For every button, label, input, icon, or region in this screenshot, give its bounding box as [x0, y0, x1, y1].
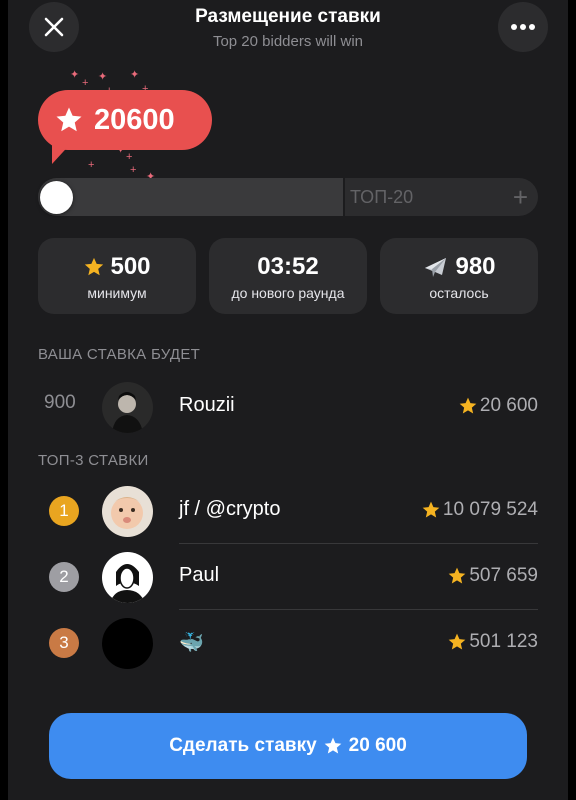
star-icon [459, 397, 477, 414]
top3-amount-value: 501 123 [469, 631, 538, 652]
your-bid-name: Rouzii [179, 394, 235, 416]
bid-slider-fill [38, 178, 344, 216]
your-bid-rank: 900 [44, 392, 76, 413]
bid-sheet: Размещение ставки Top 20 bidders will wi… [8, 0, 568, 800]
top3-name: 🐳 [179, 632, 204, 654]
your-bid-amount: 20 600 [458, 395, 538, 417]
star-icon [324, 737, 341, 754]
top3-section-title: ТОП-3 СТАВКИ [38, 452, 149, 469]
gift-icon [425, 258, 447, 277]
bid-slider-divider [343, 178, 345, 216]
top3-row[interactable]: 2 Paul 507 659 [38, 544, 538, 610]
place-bid-amount: 20 600 [348, 735, 407, 756]
avatar [102, 382, 153, 433]
stat-timer: 03:52 до нового раунда [209, 238, 367, 314]
star-icon [56, 107, 82, 132]
bid-slider-thumb[interactable] [40, 181, 73, 214]
more-button[interactable] [498, 2, 548, 52]
top3-row[interactable]: 3 🐳 501 123 [38, 610, 538, 676]
increase-bid-button[interactable]: + [513, 182, 528, 213]
sheet-subtitle: Top 20 bidders will win [212, 33, 364, 50]
top3-row[interactable]: 1 jf / @crypto 10 079 524 [38, 478, 538, 544]
rank-medal-1: 1 [49, 496, 79, 526]
stat-minimum-label: минимум [87, 285, 147, 301]
your-bid-section-title: ВАША СТАВКА БУДЕТ [38, 346, 201, 363]
top3-amount: 507 659 [447, 565, 538, 587]
your-bid-amount-value: 20 600 [479, 395, 538, 416]
avatar [102, 486, 153, 537]
stat-remaining: 980 осталось [380, 238, 538, 314]
place-bid-label: Сделать ставку [169, 735, 317, 756]
bid-slider-track[interactable]: ТОП-20 + [38, 178, 538, 216]
top3-name: jf / @crypto [179, 498, 281, 520]
star-icon [448, 567, 466, 584]
rank-medal-2: 2 [49, 562, 79, 592]
rank-medal-3: 3 [49, 628, 79, 658]
bid-amount-value: 20600 [94, 103, 175, 136]
stat-timer-value: 03:52 [257, 253, 319, 280]
top3-amount: 10 079 524 [421, 499, 538, 521]
top3-amount: 501 123 [447, 631, 538, 653]
top3-amount-value: 10 079 524 [442, 499, 538, 520]
bid-slider-label: ТОП-20 [350, 187, 414, 207]
top3-name: Paul [179, 564, 220, 586]
sheet-title: Размещение ставки [195, 6, 381, 27]
stat-remaining-label: осталось [429, 285, 489, 301]
stat-minimum-value: 500 [110, 253, 151, 280]
place-bid-button[interactable]: Сделать ставку 20 600 [49, 713, 527, 779]
avatar [102, 552, 153, 603]
stat-remaining-value: 980 [455, 253, 496, 280]
star-icon [85, 257, 104, 276]
your-bid-row: 900 Rouzii 20 600 [38, 374, 538, 440]
avatar [102, 618, 153, 669]
more-dots-icon [511, 24, 535, 30]
bid-amount-bubble: 20600 [38, 90, 212, 150]
stat-timer-label: до нового раунда [231, 285, 345, 301]
star-icon [448, 633, 466, 650]
top3-amount-value: 507 659 [469, 565, 538, 586]
stat-minimum: 500 минимум [38, 238, 196, 314]
star-icon [422, 501, 440, 518]
